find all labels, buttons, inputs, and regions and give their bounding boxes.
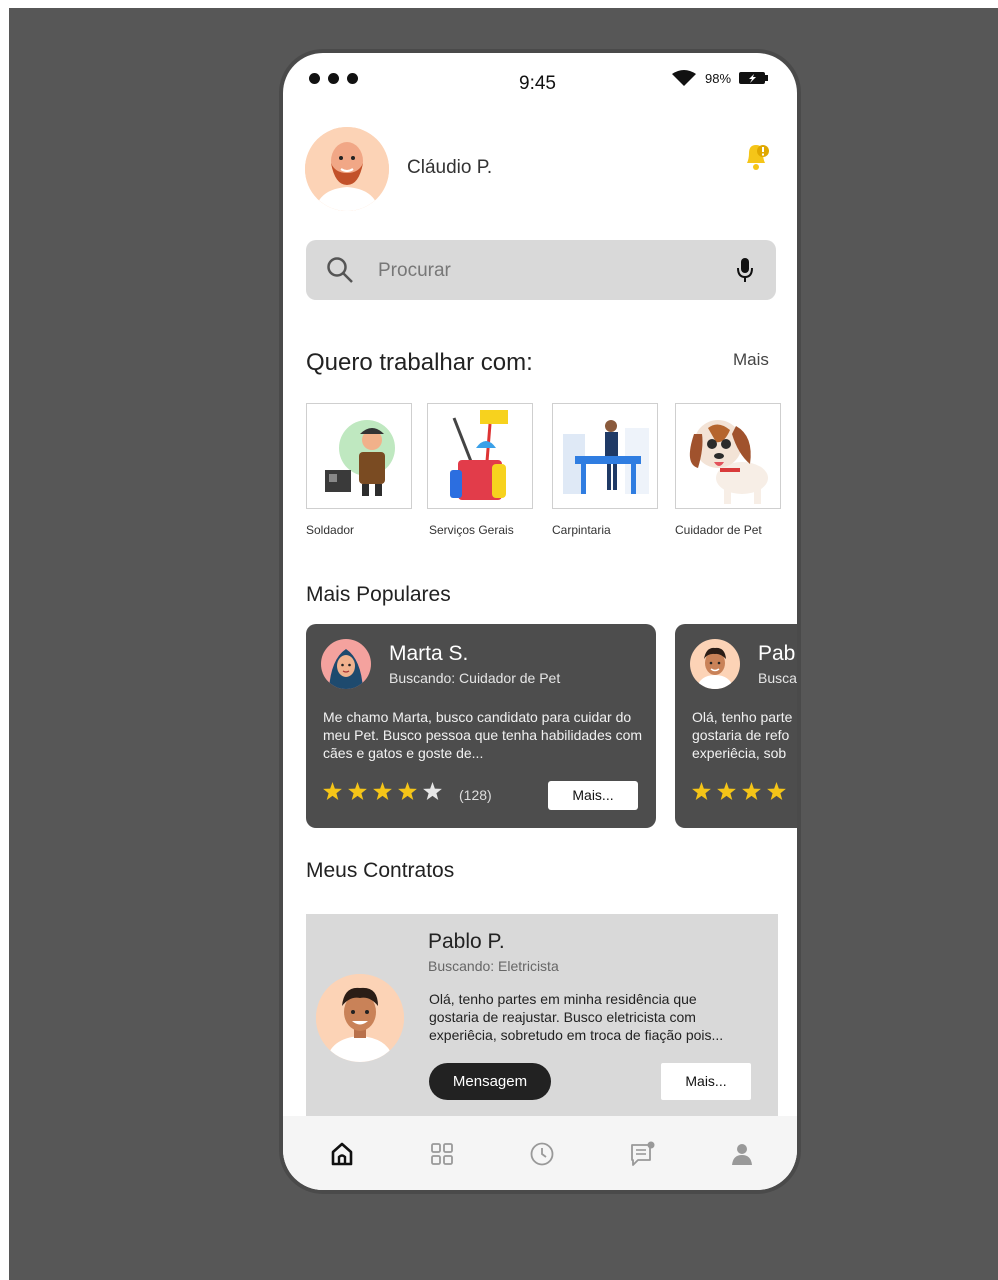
review-count: (128) (459, 787, 492, 803)
microphone-icon[interactable] (736, 257, 754, 283)
avatar (321, 639, 371, 689)
avatar (316, 974, 404, 1062)
contract-description: Olá, tenho partes em minha residência qu… (429, 991, 724, 1043)
category-card-servicos-gerais[interactable] (427, 403, 533, 509)
card-description: Olá, tenho parte gostaria de refo experi… (692, 709, 793, 761)
message-button[interactable]: Mensagem (429, 1063, 551, 1100)
rating-stars (692, 782, 786, 800)
card-subtitle: Buscando: Cuidador de Pet (389, 670, 561, 686)
category-label: Serviços Gerais (429, 523, 514, 537)
clock-icon[interactable] (529, 1141, 555, 1167)
star-icon (767, 782, 786, 800)
search-icon (327, 257, 353, 283)
grid-icon[interactable] (429, 1141, 455, 1167)
status-indicators: 98% (671, 69, 769, 87)
category-card-soldador[interactable] (306, 403, 412, 509)
star-icon (373, 782, 392, 800)
contract-more-button[interactable]: Mais... (661, 1063, 751, 1100)
battery-percentage: 98% (705, 70, 732, 86)
categories-more-link[interactable]: Mais (733, 350, 769, 370)
home-icon[interactable] (329, 1141, 355, 1167)
notification-bell-icon[interactable] (741, 141, 771, 178)
search-bar[interactable] (306, 240, 776, 300)
category-label: Cuidador de Pet (675, 523, 762, 537)
search-input[interactable] (378, 258, 698, 284)
star-icon (742, 782, 761, 800)
category-label: Carpintaria (552, 523, 611, 537)
avatar (690, 639, 740, 689)
user-icon[interactable] (729, 1141, 755, 1167)
star-icon (323, 782, 342, 800)
rating-stars (323, 782, 442, 800)
battery-icon (739, 72, 769, 84)
category-card-carpintaria[interactable] (552, 403, 658, 509)
popular-card[interactable]: Marta S. Buscando: Cuidador de Pet Me ch… (306, 624, 656, 828)
star-icon (692, 782, 711, 800)
category-label: Soldador (306, 523, 355, 537)
star-icon (348, 782, 367, 800)
category-card-cuidador-de-pet[interactable] (675, 403, 781, 509)
wifi-icon (672, 70, 696, 86)
categories-title: Quero trabalhar com: (306, 349, 533, 376)
star-icon (398, 782, 417, 800)
card-subtitle: Busca (758, 670, 797, 686)
star-empty-icon (423, 782, 442, 800)
contracts-title: Meus Contratos (306, 859, 455, 882)
user-name: Cláudio P. (407, 157, 493, 178)
popular-title: Mais Populares (306, 583, 451, 606)
status-time: 9:45 (519, 73, 556, 94)
bottom-navigation (283, 1116, 797, 1190)
signal-dots (309, 73, 358, 84)
card-name: Marta S. (389, 642, 469, 665)
contract-subtitle: Buscando: Eletricista (428, 958, 559, 974)
card-description: Me chamo Marta, busco candidato para cui… (323, 709, 643, 761)
card-name: Pab (758, 642, 796, 665)
chat-icon[interactable] (629, 1141, 655, 1167)
star-icon (717, 782, 736, 800)
profile-avatar[interactable] (305, 127, 389, 211)
phone-screen: 9:45 98% Cláudio P. Quero trabalhar com: (283, 53, 797, 1190)
card-more-button[interactable]: Mais... (548, 781, 638, 810)
contract-name: Pablo P. (428, 930, 505, 953)
popular-card[interactable]: Pab Busca Olá, tenho parte gostaria de r… (675, 624, 797, 828)
contract-card[interactable]: Pablo P. Buscando: Eletricista Olá, tenh… (306, 914, 778, 1124)
